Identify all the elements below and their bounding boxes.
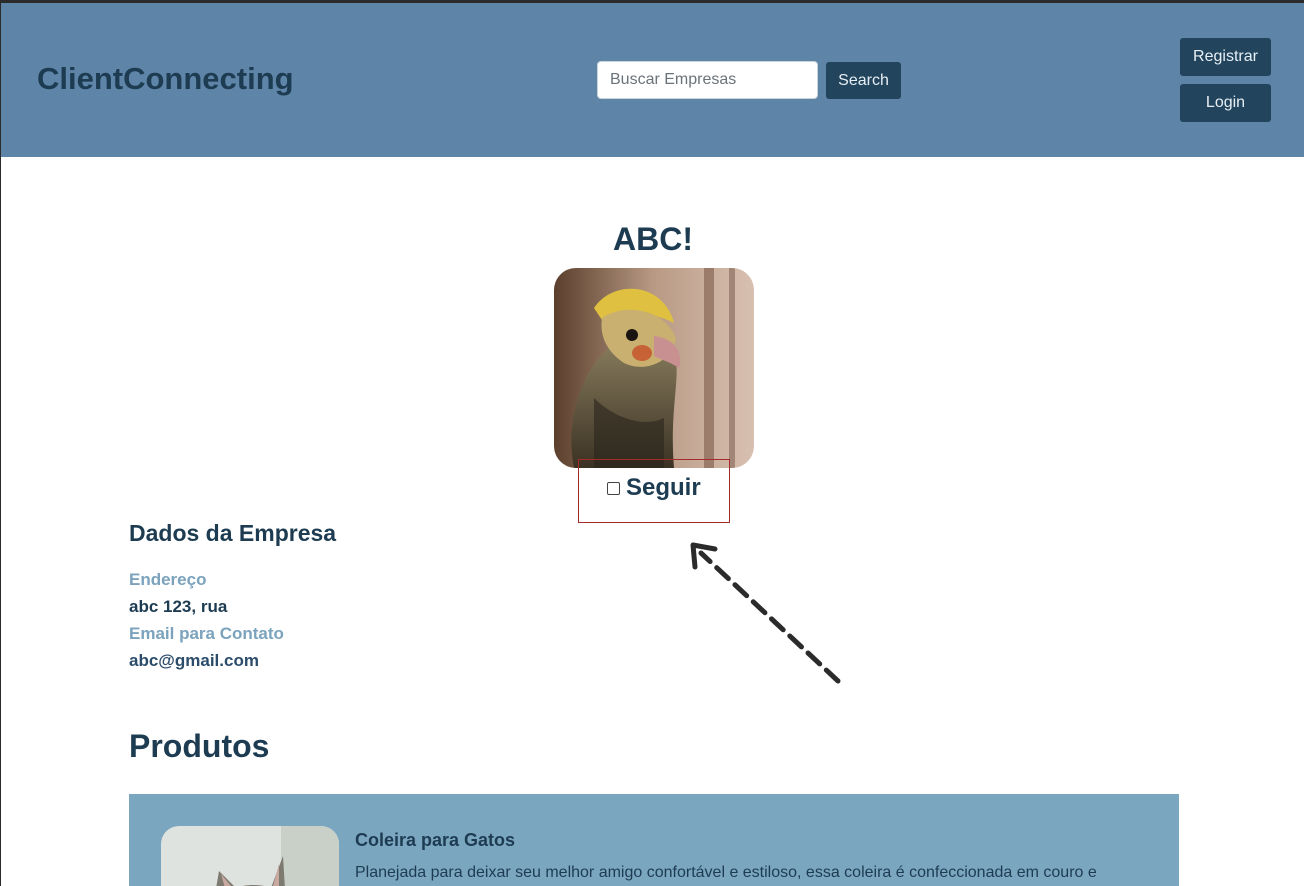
register-button[interactable]: Registrar bbox=[1180, 38, 1271, 76]
address-value: abc 123, rua bbox=[129, 597, 228, 616]
brand-logo[interactable]: ClientConnecting bbox=[37, 61, 294, 97]
follow-label[interactable]: Seguir bbox=[626, 474, 701, 502]
company-name: ABC! bbox=[613, 221, 693, 257]
product-image bbox=[161, 826, 339, 886]
email-label: Email para Contato bbox=[129, 624, 284, 643]
login-button[interactable]: Login bbox=[1180, 84, 1271, 122]
annotation-arrow-icon bbox=[690, 542, 841, 684]
company-photo bbox=[554, 268, 754, 468]
product-name[interactable]: Coleira para Gatos bbox=[355, 830, 515, 851]
follow-checkbox[interactable] bbox=[607, 481, 620, 495]
address-label: Endereço bbox=[129, 570, 207, 589]
products-heading: Produtos bbox=[129, 728, 270, 764]
cat-photo bbox=[161, 826, 339, 886]
email-value[interactable]: abc@gmail.com bbox=[129, 651, 259, 671]
product-card[interactable]: Coleira para Gatos Planejada para deixar… bbox=[129, 794, 1179, 886]
search-button[interactable]: Search bbox=[826, 62, 901, 99]
company-details-heading: Dados da Empresa bbox=[129, 520, 337, 546]
follow-toggle[interactable]: Seguir bbox=[607, 474, 701, 502]
cockatiel-photo bbox=[554, 268, 754, 468]
top-header: ClientConnecting Search Registrar Login bbox=[1, 3, 1304, 157]
product-description: Planejada para deixar seu melhor amigo c… bbox=[355, 864, 1097, 881]
search-input[interactable] bbox=[597, 61, 818, 99]
